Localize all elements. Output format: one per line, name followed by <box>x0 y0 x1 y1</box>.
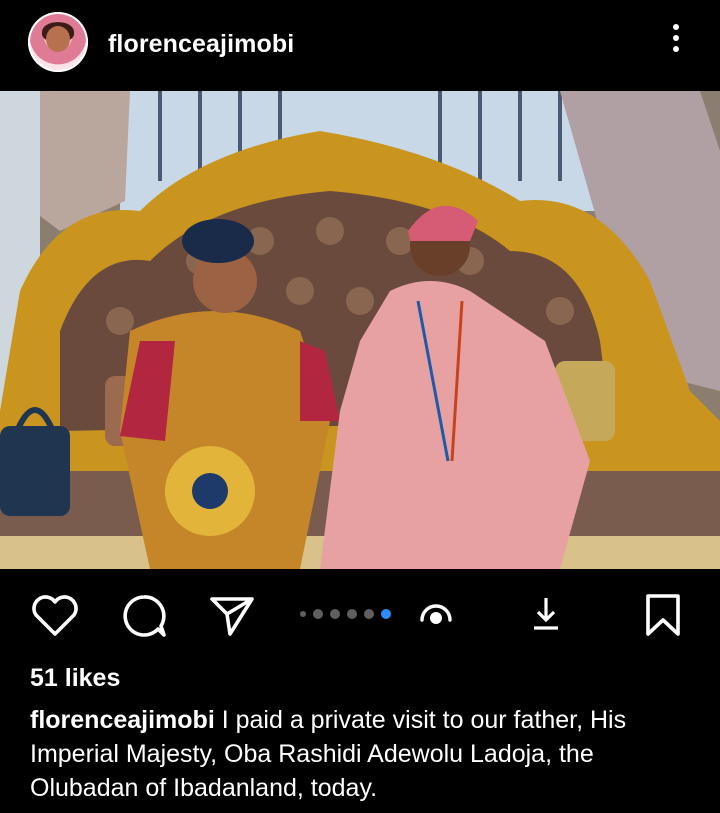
username-link[interactable]: florenceajimobi <box>108 30 294 59</box>
post-caption: florenceajimobi I paid a private visit t… <box>30 703 695 805</box>
bookmark-icon[interactable] <box>644 592 682 638</box>
send-icon[interactable] <box>208 594 256 638</box>
download-icon[interactable] <box>530 594 562 634</box>
carousel-dot <box>300 611 306 617</box>
carousel-indicator <box>300 608 391 620</box>
carousel-dot <box>364 609 374 619</box>
post-header: florenceajimobi <box>0 0 720 90</box>
reel-icon[interactable] <box>418 598 454 630</box>
comment-icon[interactable] <box>120 592 168 640</box>
post-image <box>0 91 720 569</box>
avatar[interactable] <box>28 12 88 72</box>
post-photo[interactable] <box>0 91 720 569</box>
caption-username[interactable]: florenceajimobi <box>30 706 215 734</box>
carousel-dot-active <box>381 609 391 619</box>
heart-icon[interactable] <box>30 594 80 638</box>
carousel-dot <box>347 609 357 619</box>
avatar-face <box>46 26 70 52</box>
likes-count[interactable]: 51 likes <box>30 664 120 693</box>
more-vertical-icon[interactable] <box>662 20 690 60</box>
post-actions <box>0 580 720 650</box>
carousel-dot <box>330 609 340 619</box>
carousel-dot <box>313 609 323 619</box>
